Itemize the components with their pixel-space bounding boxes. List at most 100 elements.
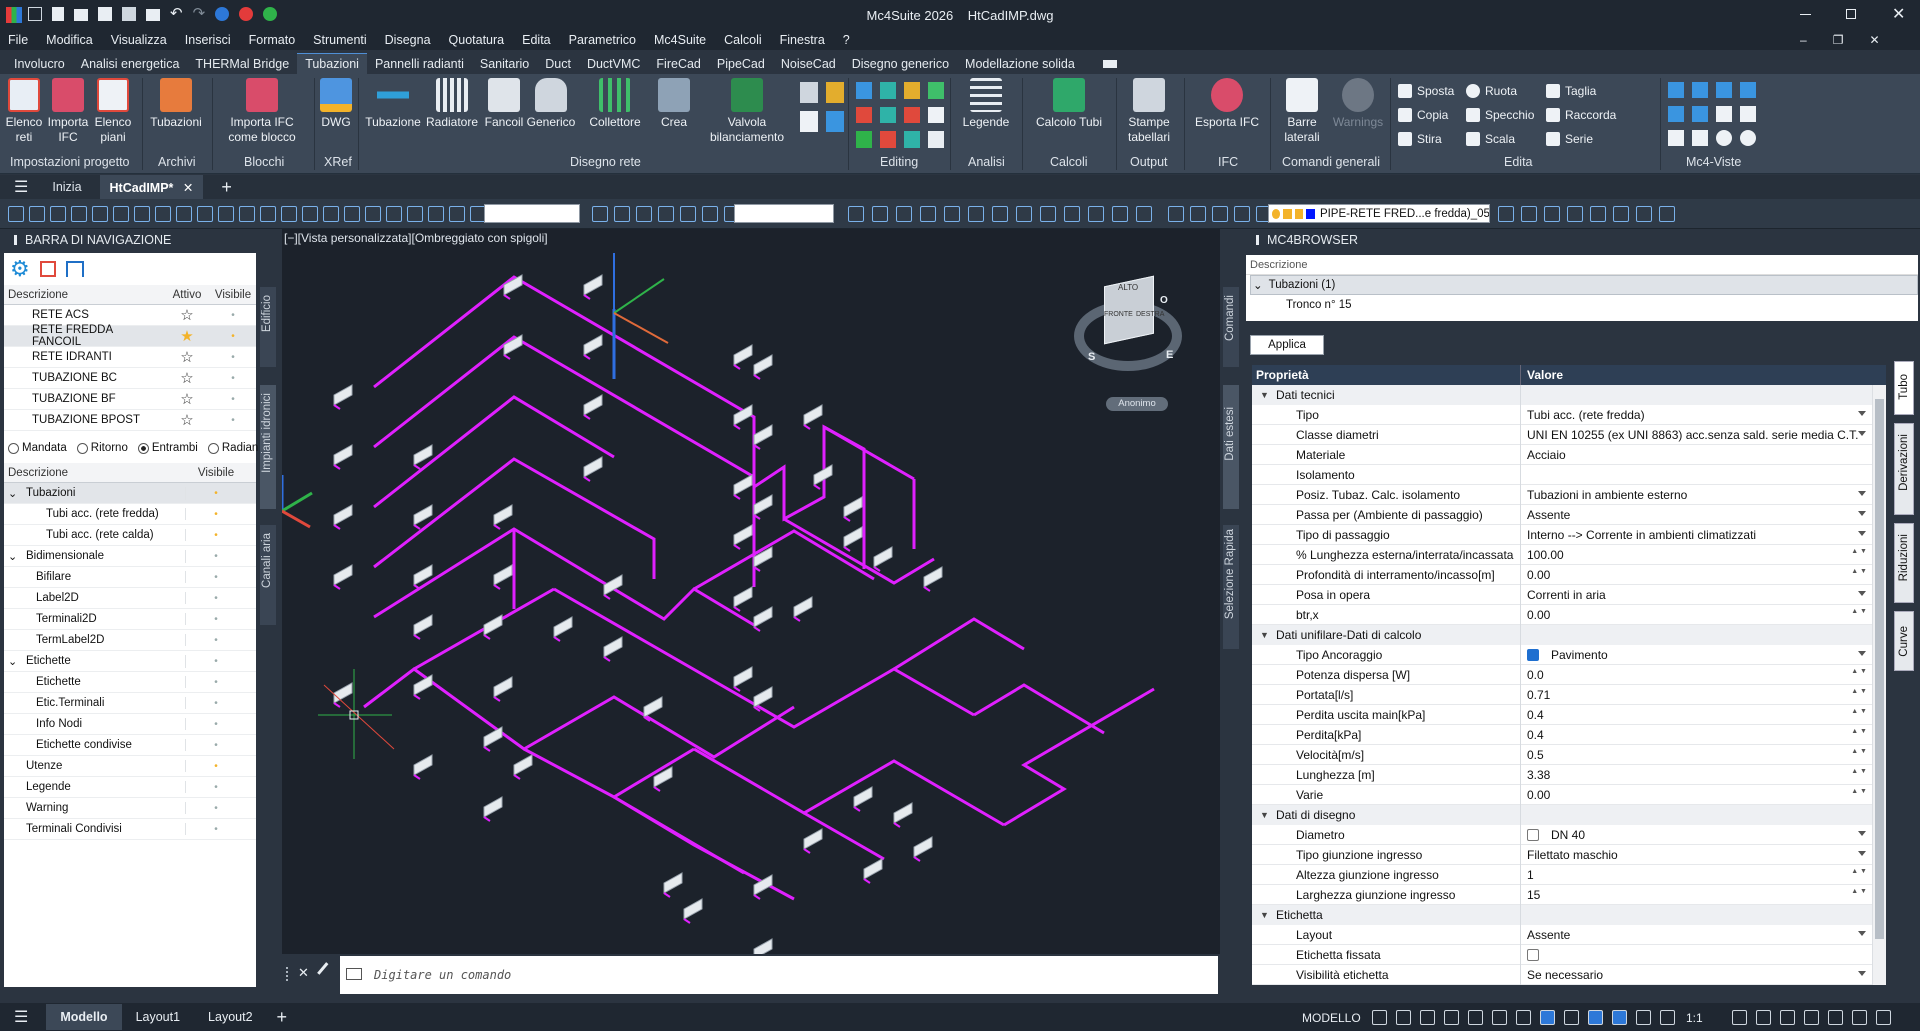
doc-restore-button[interactable]: ❐	[1833, 33, 1844, 47]
tree-item[interactable]: ⌄ Bidimensionale •	[4, 546, 256, 567]
pipe-segment[interactable]	[373, 395, 615, 509]
toolbar-tool-icon[interactable]	[8, 206, 24, 222]
tab-htcadimp[interactable]: HtCadIMP* ✕	[99, 174, 204, 200]
property-value[interactable]: 0.4 ▲ ▼	[1521, 705, 1872, 725]
toolbar-tool-icon[interactable]	[1212, 206, 1228, 222]
network-row[interactable]: TUBAZIONE BC ☆ •	[4, 368, 256, 389]
menu-item-visualizza[interactable]: Visualizza	[111, 33, 167, 47]
menu-item-mcsuite[interactable]: Mc4Suite	[654, 33, 706, 47]
serie-button[interactable]: Serie	[1546, 132, 1593, 146]
toolbar-tool-icon[interactable]	[1040, 206, 1056, 222]
network-row[interactable]: RETE IDRANTI ☆ •	[4, 347, 256, 368]
pipe-route-icon[interactable]	[65, 261, 84, 277]
cmd-close-icon[interactable]: ✕	[298, 965, 309, 981]
generico-button[interactable]: Generico	[526, 78, 576, 130]
toolbar-tool-icon[interactable]	[920, 206, 936, 222]
vtab-edificio[interactable]: Edificio	[260, 287, 276, 367]
property-row[interactable]: Tipo di passaggio Interno --> Corrente in…	[1252, 524, 1872, 545]
property-value[interactable]: 1 ▲ ▼	[1521, 865, 1872, 885]
esporta-ifc-button[interactable]: Esporta IFC	[1192, 78, 1262, 130]
radiator-symbol[interactable]	[733, 586, 753, 612]
tool-icon[interactable]	[826, 111, 844, 132]
view-cube-icon[interactable]	[1716, 130, 1732, 146]
property-row[interactable]: Varie 0.00 ▲ ▼	[1252, 784, 1872, 805]
pipe-segment[interactable]	[373, 527, 755, 627]
edit-tool-icon[interactable]	[856, 82, 872, 99]
checkbox-icon[interactable]	[1527, 948, 1539, 961]
toolbar-tool-icon[interactable]	[1064, 206, 1080, 222]
property-value[interactable]: 3.38 ▲ ▼	[1521, 765, 1872, 785]
ruota-button[interactable]: Ruota	[1466, 84, 1517, 98]
toolbar-tool-icon[interactable]	[872, 206, 888, 222]
toolbar-tool-icon[interactable]	[365, 206, 381, 222]
view-cube-icon[interactable]	[1668, 106, 1684, 122]
radiator-symbol[interactable]	[803, 828, 823, 854]
property-section[interactable]: ▼ Dati di disegno	[1252, 804, 1872, 825]
lightbulb-icon[interactable]: •	[186, 719, 246, 730]
status-toggle-icon[interactable]	[1396, 1010, 1411, 1025]
menu-item-formato[interactable]: Formato	[249, 33, 296, 47]
star-outline-icon[interactable]: ☆	[164, 348, 210, 366]
dropdown-arrow-icon[interactable]	[1858, 930, 1866, 936]
radiator-symbol[interactable]	[843, 496, 863, 522]
spinner-arrows-icon[interactable]: ▲ ▼	[1851, 708, 1867, 715]
dropdown-arrow-icon[interactable]	[1858, 830, 1866, 836]
specchio-button[interactable]: Specchio	[1466, 108, 1534, 122]
status-toggle-icon[interactable]	[1660, 1010, 1675, 1025]
property-value[interactable]	[1521, 945, 1872, 965]
spinner-arrows-icon[interactable]: ▲ ▼	[1851, 768, 1867, 775]
lightbulb-icon[interactable]: •	[186, 824, 246, 835]
ribbon-tab-noisecad[interactable]: NoiseCad	[773, 54, 844, 74]
toolbar-tool-icon[interactable]	[896, 206, 912, 222]
toolbar-tool-icon[interactable]	[407, 206, 423, 222]
lightbulb-icon[interactable]: •	[210, 394, 256, 405]
importa-blocco-button[interactable]: Importa IFC come blocco	[222, 78, 302, 145]
copia-button[interactable]: Copia	[1398, 108, 1448, 122]
lightbulb-icon[interactable]: •	[210, 331, 256, 342]
tree-item[interactable]: Legende •	[4, 777, 256, 798]
calcolo-tubi-button[interactable]: Calcolo Tubi	[1030, 78, 1108, 130]
dropdown-arrow-icon[interactable]	[1858, 970, 1866, 976]
property-value[interactable]: Assente	[1521, 925, 1872, 945]
layout-tab-layout2[interactable]: Layout2	[194, 1004, 266, 1030]
status-toggle-icon[interactable]	[1636, 1010, 1651, 1025]
spinner-arrows-icon[interactable]: ▲ ▼	[1851, 608, 1867, 615]
ribbon-tab-tubazioni[interactable]: Tubazioni	[297, 53, 367, 74]
property-value[interactable]: 0.00 ▲ ▼	[1521, 605, 1872, 625]
toolbar-tool-icon[interactable]	[344, 206, 360, 222]
property-value[interactable]: 0.00 ▲ ▼	[1521, 785, 1872, 805]
tubazione-button[interactable]: Tubazione	[364, 78, 422, 130]
radiator-symbol[interactable]	[513, 754, 533, 780]
property-row[interactable]: Diametro DN 40	[1252, 824, 1872, 845]
property-row[interactable]: Visibilità etichetta Se necessario	[1252, 964, 1872, 985]
vtab-dati-estesi[interactable]: Dati estesi	[1223, 385, 1239, 509]
menu-item-finestra[interactable]: Finestra	[780, 33, 825, 47]
radiator-symbol[interactable]	[753, 354, 773, 380]
toolbar-tool-icon[interactable]	[1168, 206, 1184, 222]
tab-inizia[interactable]: Inizia	[52, 180, 81, 194]
tree-item[interactable]: Tubi acc. (rete calda) •	[4, 525, 256, 546]
edit-tool-icon[interactable]	[928, 106, 944, 124]
menu-item-calcoli[interactable]: Calcoli	[724, 33, 762, 47]
view-cube-icon[interactable]	[1716, 106, 1732, 122]
radiator-symbol[interactable]	[333, 564, 353, 590]
toolbar-tool-icon[interactable]	[302, 206, 318, 222]
new-tab-button[interactable]: +	[221, 177, 232, 198]
warnings-button[interactable]: Warnings	[1330, 78, 1386, 130]
toolbar-tool-icon[interactable]	[1544, 206, 1560, 222]
lightbulb-icon[interactable]: •	[186, 803, 246, 814]
toolbar-tool-icon[interactable]	[1234, 206, 1250, 222]
vtab-derivazioni[interactable]: Derivazioni	[1894, 423, 1914, 515]
status-toggle-icon[interactable]	[1516, 1010, 1531, 1025]
property-value[interactable]	[1521, 465, 1872, 485]
menu-item-inserisci[interactable]: Inserisci	[185, 33, 231, 47]
radiator-symbol[interactable]	[553, 616, 573, 642]
property-row[interactable]: Etichetta fissata	[1252, 944, 1872, 965]
spinner-arrows-icon[interactable]: ▲ ▼	[1851, 748, 1867, 755]
view-cube-icon[interactable]	[1692, 130, 1708, 146]
status-toggle-icon[interactable]	[1756, 1010, 1771, 1025]
status-toggle-icon[interactable]	[1420, 1010, 1435, 1025]
status-toggle-icon[interactable]	[1492, 1010, 1507, 1025]
menu-item-edita[interactable]: Edita	[522, 33, 551, 47]
star-filled-icon[interactable]: ★	[164, 327, 210, 345]
